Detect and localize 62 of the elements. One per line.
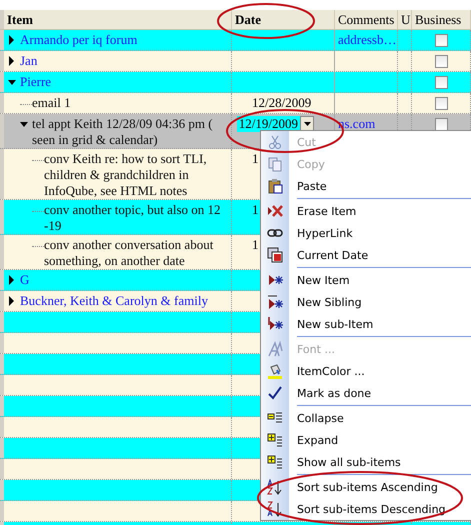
menu-item[interactable]: New Item	[261, 269, 471, 291]
tree-toggle[interactable]	[20, 119, 28, 129]
menu-item[interactable]: Show all sub-items	[261, 451, 471, 473]
grid-row[interactable]: Jan	[0, 51, 471, 72]
column-header[interactable]: Item	[4, 10, 232, 29]
menu-item[interactable]: Paste	[261, 175, 471, 197]
tree-toggle[interactable]	[8, 275, 16, 285]
menu-item[interactable]: Sort sub-items Descending	[261, 498, 471, 520]
grid-row[interactable]: Armando per iq forum addressb…	[0, 30, 471, 51]
item-text: Buckner, Keith & Carolyn & family	[20, 293, 208, 309]
arrow-star-icon	[267, 316, 283, 332]
item-text: G	[20, 272, 30, 288]
menu-item[interactable]: New Sibling	[261, 291, 471, 313]
menu-item[interactable]: Mark as done	[261, 382, 471, 404]
checkbox[interactable]	[434, 76, 448, 89]
checkbox[interactable]	[434, 34, 448, 47]
item-text: Armando per iq forum	[20, 32, 138, 48]
copy-icon	[267, 156, 283, 172]
tree-toggle[interactable]	[8, 35, 16, 45]
tree-toggle[interactable]	[8, 296, 16, 306]
checkbox[interactable]	[434, 55, 448, 68]
font-icon	[267, 341, 283, 357]
caret-icon	[304, 122, 310, 126]
column-header[interactable]: Business	[412, 10, 471, 29]
comments-cell-text: addressb…	[337, 32, 396, 48]
grid-row[interactable]: email 1 12/28/2009	[0, 93, 471, 114]
expand-icon	[267, 454, 283, 470]
column-header[interactable]: Comments	[335, 10, 398, 29]
column-header[interactable]: Date	[232, 10, 335, 29]
date-field[interactable]: 12/19/2009	[236, 116, 300, 132]
checkbox[interactable]	[434, 97, 448, 110]
menu-item[interactable]: Erase Item	[261, 200, 471, 222]
calendar-icon	[267, 247, 283, 263]
menu-item[interactable]: Current Date	[261, 244, 471, 266]
sort-ascending-icon	[267, 479, 283, 495]
date-cell: 1	[252, 202, 258, 218]
delete-icon	[267, 203, 283, 219]
tree-toggle[interactable]	[8, 77, 16, 87]
item-text: email 1	[32, 95, 71, 111]
column-header[interactable]: U	[398, 10, 412, 29]
grid-row[interactable]: Pierre	[0, 72, 471, 93]
checkbox[interactable]	[434, 118, 448, 131]
menu-item[interactable]: Sort sub-items Ascending	[261, 476, 471, 498]
checkmark-icon	[267, 385, 283, 401]
tree-toggle[interactable]	[8, 56, 16, 66]
arrow-star-icon	[267, 272, 283, 288]
menu-item[interactable]: Expand	[261, 429, 471, 451]
menu-item[interactable]: Collapse	[261, 407, 471, 429]
date-cell: 12/28/2009	[252, 95, 312, 111]
item-text: Pierre	[20, 74, 52, 90]
clipboard-icon	[267, 178, 283, 194]
paint-bucket-icon	[267, 363, 283, 379]
item-text: Jan	[20, 53, 38, 69]
expand-icon	[267, 432, 283, 448]
date-cell: 1	[252, 237, 258, 253]
arrow-star-icon	[267, 294, 283, 310]
sort-descending-icon	[267, 501, 283, 517]
scissors-icon	[267, 134, 283, 150]
item-text: tel appt Keith 12/28/09 04:36 pm ( seen in grid & calendar)	[32, 116, 214, 148]
menu-item[interactable]: ItemColor ...	[261, 360, 471, 382]
item-text: conv another conversation about something, on another date	[44, 237, 214, 269]
date-cell: 1	[252, 151, 258, 167]
